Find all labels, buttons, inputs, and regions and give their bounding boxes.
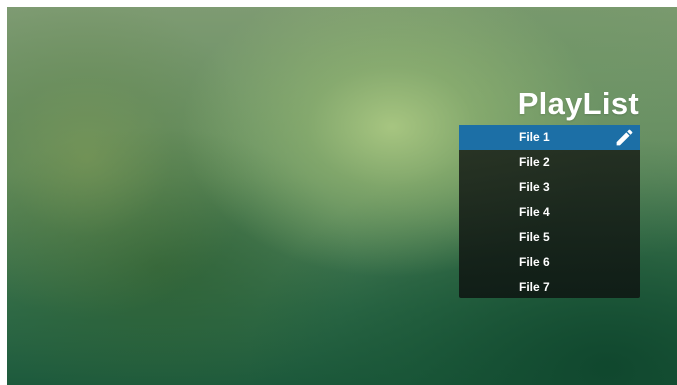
playlist-item-label: File 2	[519, 155, 550, 169]
playlist-item-label: File 5	[519, 230, 550, 244]
playlist-item-label: File 7	[519, 280, 550, 294]
playlist-item-file-3[interactable]: File 3	[459, 175, 640, 200]
playlist-panel: File 1 File 2 File 3 File 4 File 5 File …	[459, 125, 640, 298]
playlist-item-file-1[interactable]: File 1	[459, 125, 640, 150]
pencil-icon[interactable]	[614, 127, 635, 148]
playlist-item-file-5[interactable]: File 5	[459, 225, 640, 250]
playlist-item-file-7[interactable]: File 7	[459, 275, 640, 300]
playlist-title: PlayList	[517, 86, 639, 121]
playlist-item-label: File 4	[519, 205, 550, 219]
playlist-item-file-6[interactable]: File 6	[459, 250, 640, 275]
playlist-item-label: File 3	[519, 180, 550, 194]
playlist-list: File 1 File 2 File 3 File 4 File 5 File …	[459, 125, 640, 300]
playlist-item-file-4[interactable]: File 4	[459, 200, 640, 225]
playlist-item-label: File 6	[519, 255, 550, 269]
playlist-item-file-2[interactable]: File 2	[459, 150, 640, 175]
screen-background: PlayList File 1 File 2 File 3 File 4 Fil…	[7, 7, 677, 385]
playlist-item-label: File 1	[519, 130, 550, 144]
